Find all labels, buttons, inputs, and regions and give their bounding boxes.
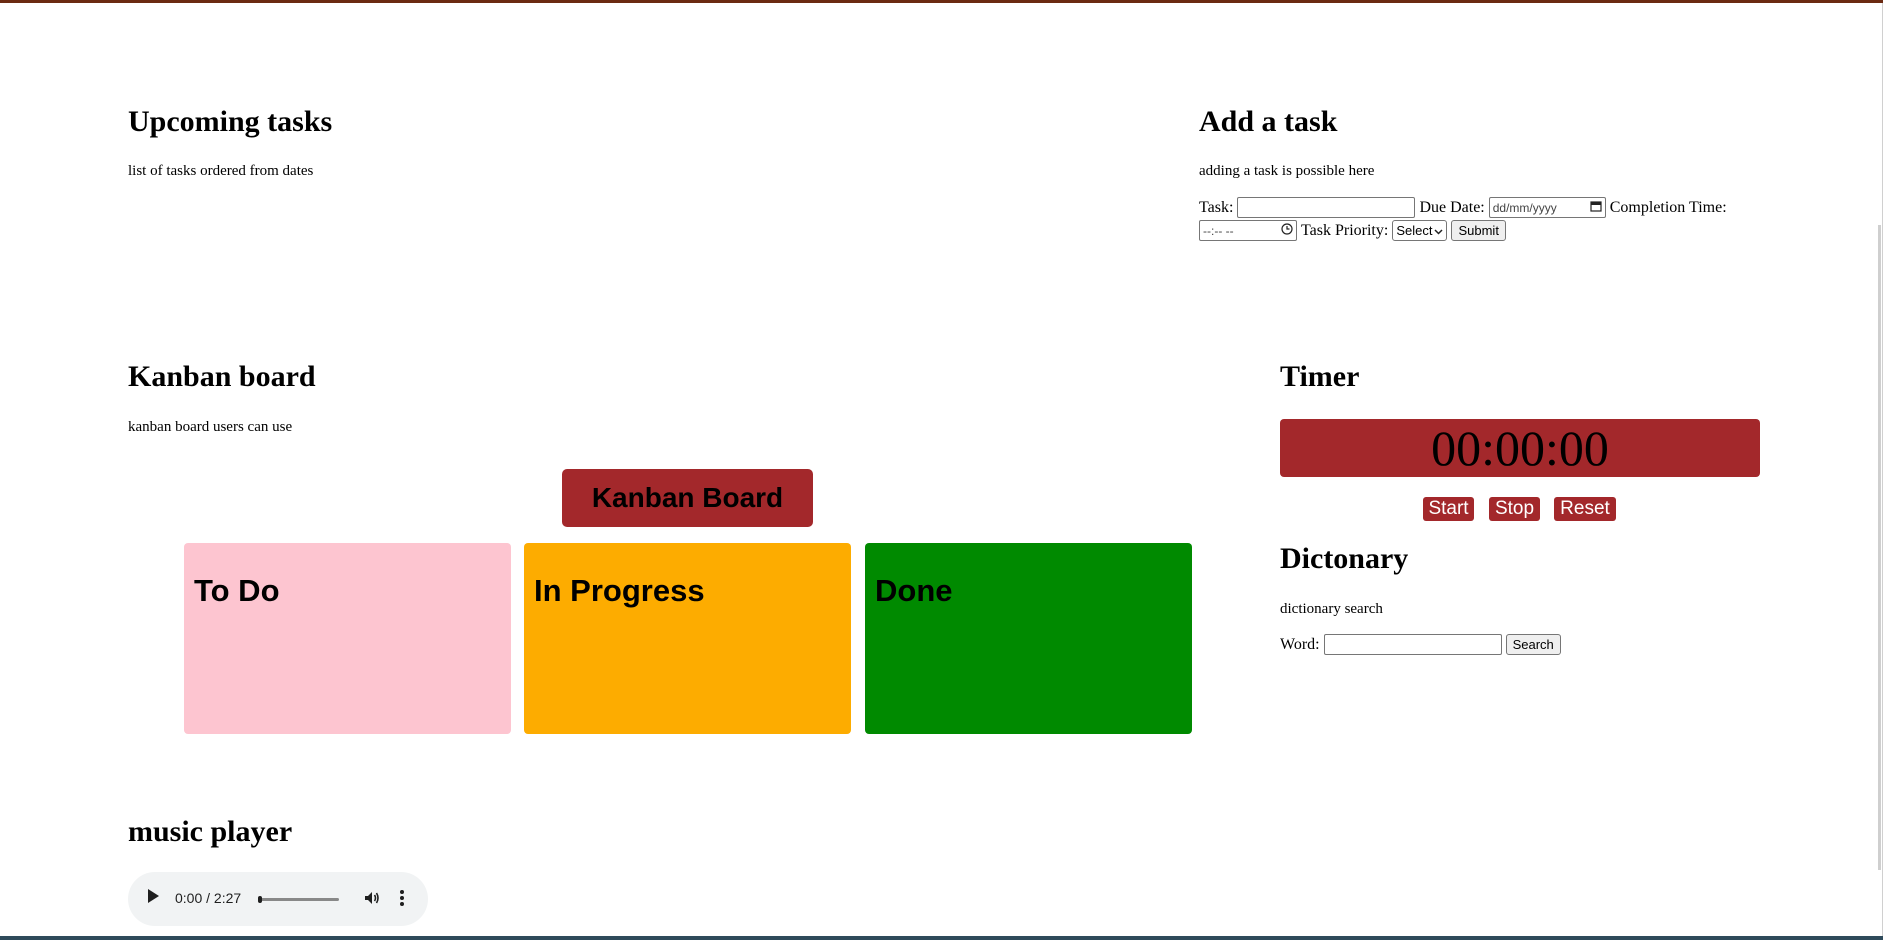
audio-current-time: 0:00: [175, 890, 203, 906]
chevron-down-icon: [1434, 223, 1443, 238]
due-date-input[interactable]: dd/mm/yyyy: [1488, 197, 1606, 218]
bottom-border: [0, 936, 1883, 940]
word-input[interactable]: [1323, 634, 1502, 655]
clock-icon[interactable]: [1281, 223, 1293, 238]
reset-button[interactable]: Reset: [1554, 497, 1616, 521]
upcoming-tasks-description: list of tasks ordered from dates: [128, 163, 314, 179]
play-icon[interactable]: [148, 889, 159, 903]
task-priority-selected: Select: [1396, 223, 1433, 238]
audio-time: 0:00 / 2:27: [175, 890, 242, 906]
completion-time-input[interactable]: --:-- --: [1199, 220, 1297, 241]
due-date-placeholder: dd/mm/yyyy: [1492, 200, 1557, 215]
volume-icon[interactable]: [363, 889, 381, 910]
add-task-description: adding a task is possible here: [1199, 163, 1375, 179]
kanban-column-label: Done: [875, 573, 953, 608]
audio-seek-handle[interactable]: [258, 896, 262, 903]
completion-time-placeholder: --:-- --: [1203, 223, 1234, 238]
word-label: Word:: [1280, 635, 1320, 653]
due-date-label: Due Date:: [1419, 198, 1485, 216]
kanban-column-in-progress[interactable]: In Progress: [524, 543, 851, 734]
kanban-board-header: Kanban Board: [562, 469, 813, 527]
task-input[interactable]: [1237, 197, 1416, 218]
audio-duration: 2:27: [213, 890, 242, 906]
task-label: Task:: [1199, 198, 1234, 216]
task-priority-label: Task Priority:: [1301, 221, 1389, 239]
timer-heading: Timer: [1280, 360, 1360, 393]
audio-player[interactable]: 0:00 / 2:27: [128, 872, 428, 926]
submit-button[interactable]: Submit: [1451, 220, 1506, 241]
kanban-description: kanban board users can use: [128, 419, 293, 435]
dictionary-description: dictionary search: [1280, 601, 1383, 617]
add-task-form-row-2: --:-- -- Task Priority: Select Submit: [1199, 220, 1506, 241]
task-priority-select[interactable]: Select: [1392, 220, 1448, 241]
add-task-form-row-1: Task: Due Date: dd/mm/yyyy Completion Ti…: [1199, 197, 1731, 218]
stop-button[interactable]: Stop: [1489, 497, 1540, 521]
upcoming-tasks-heading: Upcoming tasks: [128, 105, 333, 138]
kanban-column-todo[interactable]: To Do: [184, 543, 511, 734]
search-button[interactable]: Search: [1505, 634, 1561, 655]
calendar-icon[interactable]: [1590, 200, 1602, 215]
more-options-icon[interactable]: [400, 890, 404, 908]
dictionary-form: Word: Search: [1280, 634, 1561, 655]
kanban-column-done[interactable]: Done: [865, 543, 1192, 734]
music-player-heading: music player: [128, 815, 293, 848]
kanban-column-label: To Do: [194, 573, 280, 608]
top-border: [0, 0, 1883, 3]
kanban-column-label: In Progress: [534, 573, 705, 608]
timer-display: 00:00:00: [1280, 419, 1760, 477]
kanban-heading: Kanban board: [128, 360, 316, 393]
dictionary-heading: Dictonary: [1280, 542, 1409, 575]
scrollbar-thumb[interactable]: [1878, 225, 1881, 870]
add-task-heading: Add a task: [1199, 105, 1338, 138]
audio-seek-bar[interactable]: [259, 898, 339, 901]
completion-time-label: Completion Time:: [1609, 198, 1727, 216]
start-button[interactable]: Start: [1423, 497, 1474, 521]
